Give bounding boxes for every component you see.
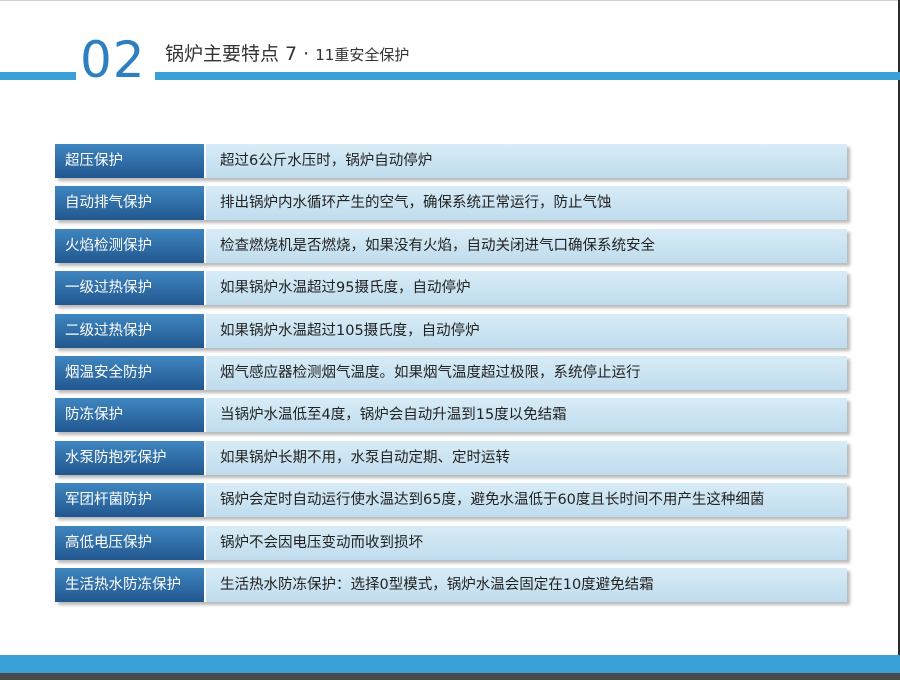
protection-row: 二级过热保护 如果锅炉水温超过105摄氏度，自动停炉 bbox=[55, 313, 847, 348]
header-accent-bar-right bbox=[155, 72, 900, 80]
page-title-main: 锅炉主要特点 7 · bbox=[165, 43, 310, 65]
protection-row: 一级过热保护 如果锅炉水温超过95摄氏度，自动停炉 bbox=[55, 271, 847, 306]
protection-label: 烟温安全防护 bbox=[55, 355, 204, 390]
protection-row: 火焰检测保护 检查燃烧机是否燃烧，如果没有火焰，自动关闭进气口确保系统安全 bbox=[55, 228, 847, 263]
protection-label: 军团杆菌防护 bbox=[55, 483, 204, 518]
protection-label: 水泵防抱死保护 bbox=[55, 440, 204, 475]
protection-description: 检查燃烧机是否燃烧，如果没有火焰，自动关闭进气口确保系统安全 bbox=[204, 228, 847, 263]
page-title: 锅炉主要特点 7 · 11重安全保护 bbox=[165, 42, 409, 66]
protection-label: 二级过热保护 bbox=[55, 313, 204, 348]
protection-row: 高低电压保护 锅炉不会因电压变动而收到损坏 bbox=[55, 525, 847, 560]
protection-description: 烟气感应器检测烟气温度。如果烟气温度超过极限，系统停止运行 bbox=[204, 355, 847, 390]
protection-description: 生活热水防冻保护：选择0型模式，锅炉水温会固定在10度避免结霜 bbox=[204, 567, 847, 602]
protection-description: 锅炉不会因电压变动而收到损坏 bbox=[204, 525, 847, 560]
protection-row: 自动排气保护 排出锅炉内水循环产生的空气，确保系统正常运行，防止气蚀 bbox=[55, 186, 847, 221]
protection-row: 生活热水防冻保护 生活热水防冻保护：选择0型模式，锅炉水温会固定在10度避免结霜 bbox=[55, 567, 847, 602]
protection-description: 如果锅炉水温超过95摄氏度，自动停炉 bbox=[204, 271, 847, 306]
protection-label: 一级过热保护 bbox=[55, 271, 204, 306]
footer-accent-bar bbox=[0, 655, 900, 673]
protection-row: 超压保护 超过6公斤水压时，锅炉自动停炉 bbox=[55, 144, 847, 178]
protection-description: 锅炉会定时自动运行使水温达到65度，避免水温低于60度且长时间不用产生这种细菌 bbox=[204, 483, 847, 518]
protection-row: 军团杆菌防护 锅炉会定时自动运行使水温达到65度，避免水温低于60度且长时间不用… bbox=[55, 483, 847, 518]
protection-description: 超过6公斤水压时，锅炉自动停炉 bbox=[204, 144, 847, 178]
protection-list: 超压保护 超过6公斤水压时，锅炉自动停炉 自动排气保护 排出锅炉内水循环产生的空… bbox=[55, 144, 847, 610]
protection-description: 如果锅炉长期不用，水泵自动定期、定时运转 bbox=[204, 440, 847, 475]
protection-label: 自动排气保护 bbox=[55, 186, 204, 221]
protection-description: 如果锅炉水温超过105摄氏度，自动停炉 bbox=[204, 313, 847, 348]
protection-row: 水泵防抱死保护 如果锅炉长期不用，水泵自动定期、定时运转 bbox=[55, 440, 847, 475]
page-title-sub: 11重安全保护 bbox=[315, 46, 410, 64]
protection-label: 高低电压保护 bbox=[55, 525, 204, 560]
protection-row: 烟温安全防护 烟气感应器检测烟气温度。如果烟气温度超过极限，系统停止运行 bbox=[55, 355, 847, 390]
section-number: 02 bbox=[80, 31, 146, 89]
header-accent-bar-left bbox=[0, 72, 76, 80]
protection-row: 防冻保护 当锅炉水温低至4度，锅炉会自动升温到15度以免结霜 bbox=[55, 398, 847, 433]
protection-label: 生活热水防冻保护 bbox=[55, 567, 204, 602]
frame-top-edge bbox=[0, 0, 900, 1]
protection-label: 火焰检测保护 bbox=[55, 228, 204, 263]
protection-description: 排出锅炉内水循环产生的空气，确保系统正常运行，防止气蚀 bbox=[204, 186, 847, 221]
protection-label: 防冻保护 bbox=[55, 398, 204, 433]
footer-bottom-edge bbox=[0, 673, 900, 680]
protection-description: 当锅炉水温低至4度，锅炉会自动升温到15度以免结霜 bbox=[204, 398, 847, 433]
protection-label: 超压保护 bbox=[55, 144, 204, 178]
